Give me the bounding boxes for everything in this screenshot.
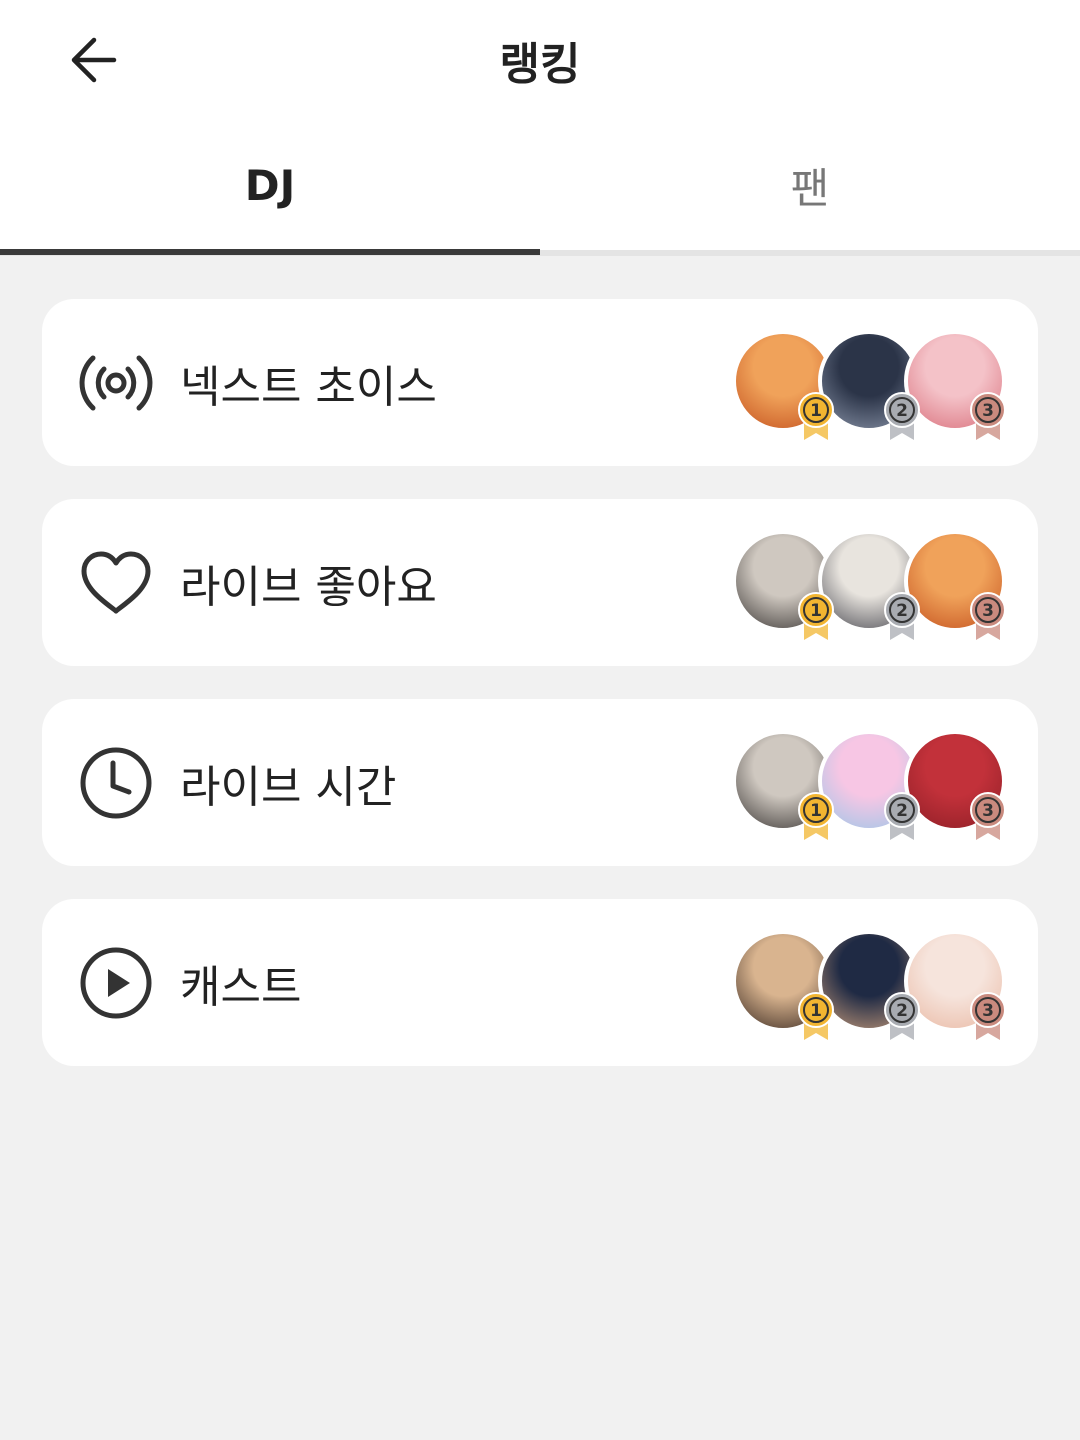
tab-bar: DJ 팬 xyxy=(0,120,1080,256)
silver-medal-icon: 2 xyxy=(882,990,922,1042)
tab-fan[interactable]: 팬 xyxy=(540,120,1080,250)
medal-rank-number: 2 xyxy=(896,601,908,621)
ranking-label: 라이브 시간 xyxy=(180,761,397,813)
heart-icon xyxy=(76,543,156,623)
ranking-card-live-likes[interactable]: 라이브 좋아요 1 2 3 xyxy=(42,499,1038,666)
medal-rank-number: 2 xyxy=(896,801,908,821)
ranking-card-live-time[interactable]: 라이브 시간 1 2 3 xyxy=(42,699,1038,866)
medal-rank-number: 2 xyxy=(896,401,908,421)
medal-rank-number: 2 xyxy=(896,1001,908,1021)
ranking-label: 캐스트 xyxy=(180,961,302,1013)
silver-medal-icon: 2 xyxy=(882,390,922,442)
medal-rank-number: 1 xyxy=(810,1001,822,1021)
silver-medal-icon: 2 xyxy=(882,590,922,642)
bronze-medal-icon: 3 xyxy=(968,790,1008,842)
medal-rank-number: 1 xyxy=(810,801,822,821)
tab-active-indicator xyxy=(0,249,540,255)
bronze-medal-icon: 3 xyxy=(968,590,1008,642)
medal-rank-number: 3 xyxy=(982,601,994,621)
page-title: 랭킹 xyxy=(499,39,581,90)
ranking-label: 넥스트 초이스 xyxy=(180,361,437,413)
clock-icon xyxy=(76,743,156,823)
silver-medal-icon: 2 xyxy=(882,790,922,842)
broadcast-icon xyxy=(76,343,156,423)
ranking-card-cast[interactable]: 캐스트 1 2 3 xyxy=(42,899,1038,1066)
top-ranker-avatars: 1 2 3 xyxy=(732,330,1012,440)
play-circle-icon xyxy=(76,943,156,1023)
medal-rank-number: 3 xyxy=(982,401,994,421)
top-ranker-avatars: 1 2 3 xyxy=(732,530,1012,640)
medal-rank-number: 1 xyxy=(810,601,822,621)
bronze-medal-icon: 3 xyxy=(968,390,1008,442)
bronze-medal-icon: 3 xyxy=(968,990,1008,1042)
tab-dj[interactable]: DJ xyxy=(0,120,540,250)
app-header: 랭킹 xyxy=(0,0,1080,120)
gold-medal-icon: 1 xyxy=(796,990,836,1042)
ranking-card-next-choice[interactable]: 넥스트 초이스 1 2 3 xyxy=(42,299,1038,466)
gold-medal-icon: 1 xyxy=(796,590,836,642)
top-ranker-avatars: 1 2 3 xyxy=(732,730,1012,840)
gold-medal-icon: 1 xyxy=(796,390,836,442)
gold-medal-icon: 1 xyxy=(796,790,836,842)
top-ranker-avatars: 1 2 3 xyxy=(732,930,1012,1040)
ranking-label: 라이브 좋아요 xyxy=(180,561,437,613)
medal-rank-number: 3 xyxy=(982,1001,994,1021)
medal-rank-number: 3 xyxy=(982,801,994,821)
medal-rank-number: 1 xyxy=(810,401,822,421)
ranking-list: 넥스트 초이스 1 2 3 라이브 좋아요 1 2 3 라이브 시간 1 2 3… xyxy=(42,299,1038,1099)
